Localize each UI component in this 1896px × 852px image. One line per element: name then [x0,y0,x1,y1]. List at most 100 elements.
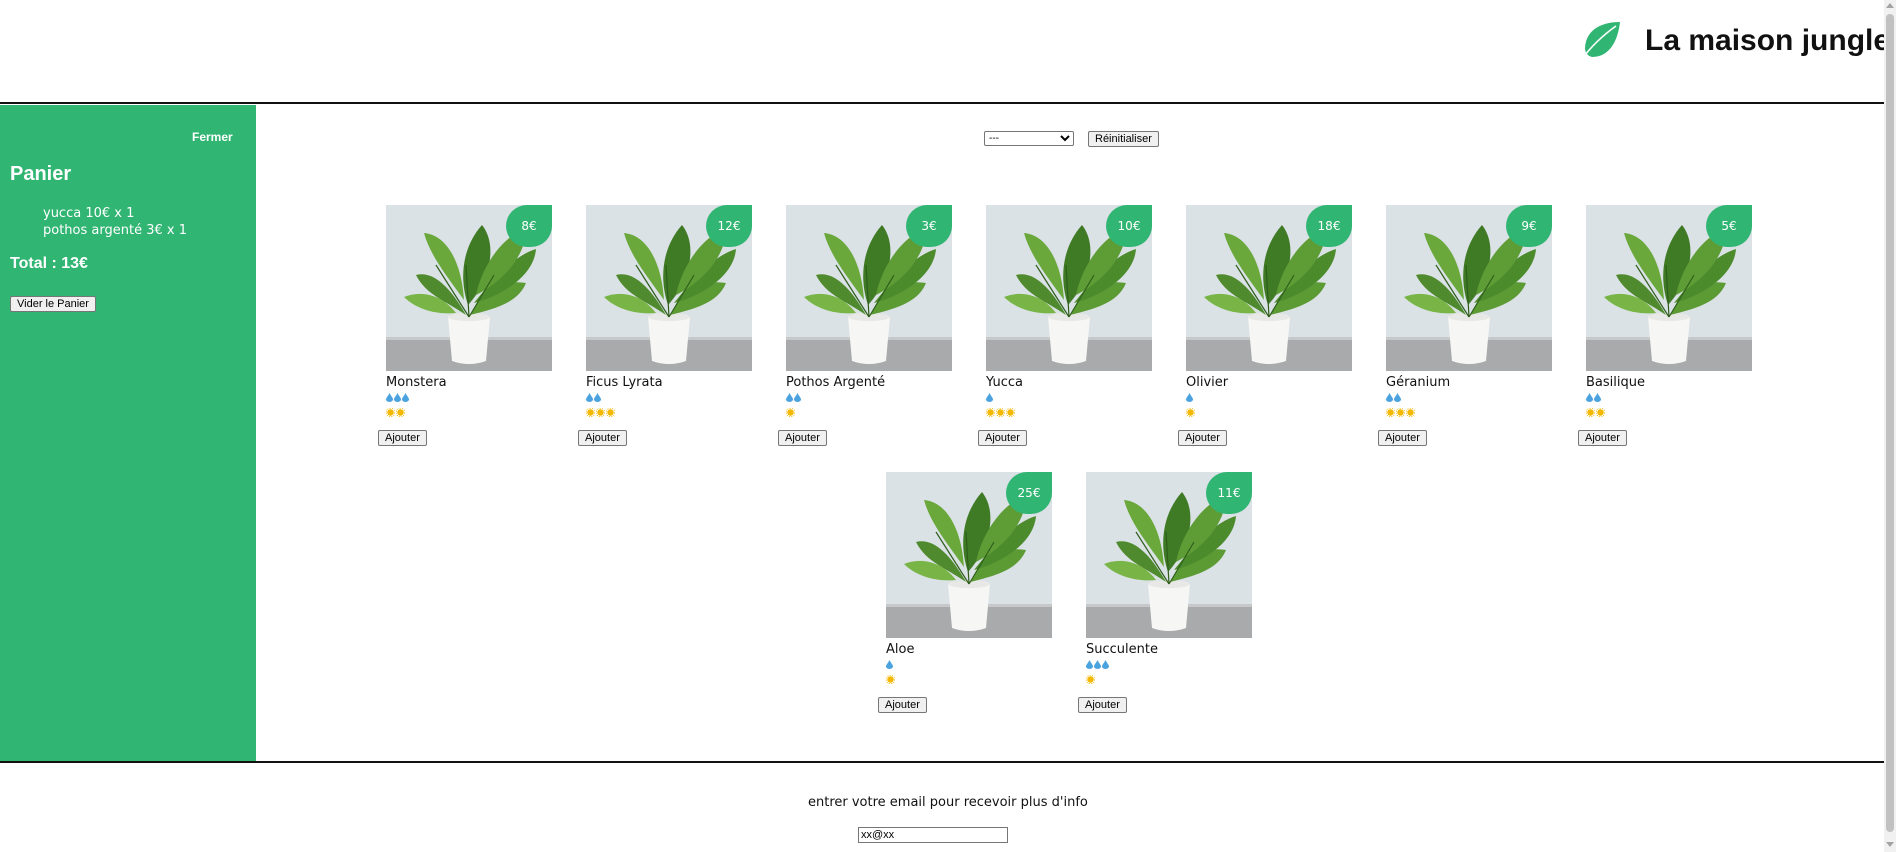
light-scale [586,408,615,417]
price-badge: 8€ [506,205,552,247]
scroll-up-arrow-icon[interactable] [1886,3,1894,8]
light-scale [986,408,1015,417]
light-scale [1086,675,1095,684]
plant-card: 5€ Basilique Ajouter [1578,205,1752,465]
water-drop-icon [1386,393,1393,402]
price-badge: 18€ [1306,205,1352,247]
water-scale [386,393,409,402]
water-scale [786,393,801,402]
price-text: 25€ [1017,486,1041,500]
leaf-icon [1581,22,1620,60]
plant-name: Ficus Lyrata [586,375,663,390]
water-drop-icon [886,660,893,669]
water-drop-icon [586,393,593,402]
light-scale [1186,408,1195,417]
light-scale [386,408,405,417]
price-text: 10€ [1117,219,1141,233]
plant-name: Succulente [1086,642,1158,657]
plant-card: 10€ Yucca Ajouter [978,205,1152,465]
add-to-cart-button[interactable]: Ajouter [1378,430,1427,446]
price-badge: 5€ [1706,205,1752,247]
banner: La maison jungle [0,0,1890,104]
add-to-cart-button[interactable]: Ajouter [1578,430,1627,446]
water-scale [886,660,893,669]
plant-name: Aloe [886,642,915,657]
add-to-cart-button[interactable]: Ajouter [578,430,627,446]
water-drop-icon [594,393,601,402]
sun-icon [1406,408,1415,417]
water-scale [1186,393,1193,402]
price-badge: 3€ [906,205,952,247]
sun-icon [586,408,595,417]
plant-card: 9€ Géranium Ajouter [1378,205,1552,465]
sun-icon [1596,408,1605,417]
plant-name: Pothos Argenté [786,375,886,390]
sun-icon [606,408,615,417]
scroll-thumb[interactable] [1886,14,1894,832]
sun-icon [886,675,895,684]
light-scale [886,675,895,684]
price-badge: 10€ [1106,205,1152,247]
price-text: 9€ [1521,219,1537,233]
plant-name: Basilique [1586,375,1645,390]
plant-card: 12€ Ficus Lyrata Ajouter [578,205,752,465]
water-drop-icon [1102,660,1109,669]
price-text: 12€ [717,219,741,233]
main-content: --- Réinitialiser 8€ Monstera Ajouter 12… [256,105,1884,761]
plant-name: Yucca [986,375,1023,390]
water-drop-icon [786,393,793,402]
light-scale [1386,408,1415,417]
water-scale [1086,660,1109,669]
reset-button[interactable]: Réinitialiser [1088,131,1159,147]
price-badge: 12€ [706,205,752,247]
scroll-down-arrow-icon[interactable] [1886,842,1894,847]
water-drop-icon [986,393,993,402]
sun-icon [386,408,395,417]
site-title: La maison jungle [1645,24,1891,57]
price-text: 18€ [1317,219,1341,233]
price-text: 8€ [521,219,537,233]
cart-total: Total : 13€ [10,255,88,272]
cart-item: yucca 10€ x 1 [43,206,135,221]
footer-text: entrer votre email pour recevoir plus d'… [808,795,1088,810]
water-drop-icon [1394,393,1401,402]
add-to-cart-button[interactable]: Ajouter [378,430,427,446]
price-text: 5€ [1721,219,1737,233]
sun-icon [996,408,1005,417]
price-text: 3€ [921,219,937,233]
add-to-cart-button[interactable]: Ajouter [878,697,927,713]
plant-name: Géranium [1386,375,1451,390]
add-to-cart-button[interactable]: Ajouter [978,430,1027,446]
empty-cart-button[interactable]: Vider le Panier [10,296,96,312]
add-to-cart-button[interactable]: Ajouter [1078,697,1127,713]
add-to-cart-button[interactable]: Ajouter [1178,430,1227,446]
sun-icon [1186,408,1195,417]
water-drop-icon [402,393,409,402]
email-input[interactable] [858,827,1008,843]
sun-icon [786,408,795,417]
water-scale [586,393,601,402]
plant-name: Monstera [386,375,447,390]
sun-icon [396,408,405,417]
price-badge: 25€ [1006,472,1052,514]
water-drop-icon [794,393,801,402]
scrollbar[interactable] [1884,0,1896,852]
price-text: 11€ [1217,486,1241,500]
sun-icon [1086,675,1095,684]
water-scale [1386,393,1401,402]
plant-card: 18€ Olivier Ajouter [1178,205,1352,465]
cart-close-button[interactable]: Fermer [192,130,233,144]
cart-item: pothos argenté 3€ x 1 [43,223,187,238]
water-scale [986,393,993,402]
plant-card: 11€ Succulente Ajouter [1078,472,1252,732]
water-drop-icon [1586,393,1593,402]
sun-icon [1396,408,1405,417]
sun-icon [596,408,605,417]
add-to-cart-button[interactable]: Ajouter [778,430,827,446]
page: La maison jungle Fermer Panier yucca 10€… [0,0,1896,852]
category-select[interactable]: --- [984,131,1074,146]
water-drop-icon [1186,393,1193,402]
water-drop-icon [1594,393,1601,402]
water-drop-icon [386,393,393,402]
cart-panel: Fermer Panier yucca 10€ x 1 pothos argen… [0,105,256,761]
